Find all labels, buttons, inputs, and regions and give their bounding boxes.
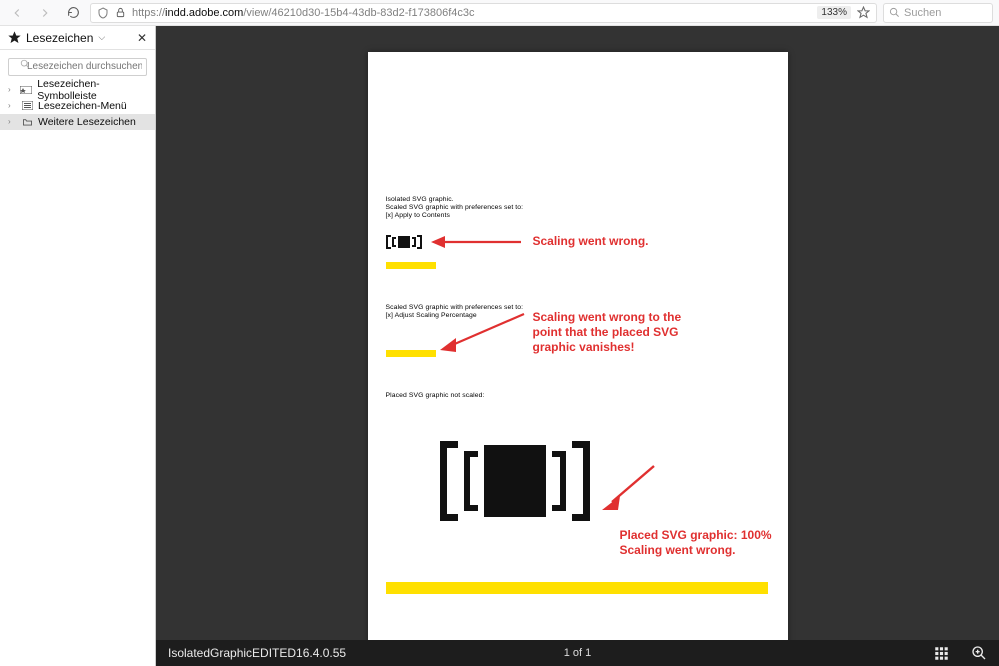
sidebar-title: Lesezeichen bbox=[26, 31, 93, 45]
annotation: Placed SVG graphic: 100% Scaling went wr… bbox=[620, 528, 780, 558]
viewer-bottom-bar: IsolatedGraphicEDITED16.4.0.55 1 of 1 bbox=[156, 640, 999, 666]
tree-label: Weitere Lesezeichen bbox=[38, 116, 136, 128]
placed-graphic-large bbox=[440, 437, 590, 530]
yellow-bar-small bbox=[386, 350, 436, 357]
thumbnails-icon[interactable] bbox=[934, 646, 949, 661]
sidebar-search[interactable] bbox=[8, 56, 147, 76]
browser-toolbar: https://indd.adobe.com/view/46210d30-15b… bbox=[0, 0, 999, 26]
bookmarks-toolbar-icon bbox=[20, 85, 32, 95]
bookmarks-menu-icon bbox=[21, 101, 33, 111]
document-viewer: Isolated SVG graphic. Scaled SVG graphic… bbox=[156, 26, 999, 666]
arrow-icon bbox=[436, 310, 528, 354]
reload-button[interactable] bbox=[62, 2, 84, 24]
forward-button[interactable] bbox=[34, 2, 56, 24]
caption-line: Placed SVG graphic not scaled: bbox=[386, 392, 485, 400]
page-stage[interactable]: Isolated SVG graphic. Scaled SVG graphic… bbox=[156, 26, 999, 640]
caret-down-icon[interactable]: ⌵ bbox=[98, 32, 105, 43]
back-button[interactable] bbox=[6, 2, 28, 24]
annotation: Scaling went wrong to the point that the… bbox=[533, 310, 708, 355]
url-text: https://indd.adobe.com/view/46210d30-15b… bbox=[132, 7, 811, 19]
zoom-in-icon[interactable] bbox=[971, 645, 987, 661]
shield-icon bbox=[97, 7, 109, 19]
zoom-indicator[interactable]: 133% bbox=[817, 6, 851, 19]
chevron-right-icon: › bbox=[8, 117, 16, 126]
chevron-right-icon: › bbox=[8, 101, 16, 110]
search-icon bbox=[889, 7, 900, 18]
close-sidebar-button[interactable]: ✕ bbox=[137, 31, 147, 45]
arrow-icon bbox=[431, 235, 523, 249]
browser-search[interactable]: Suchen bbox=[883, 3, 993, 23]
yellow-bar-small bbox=[386, 262, 436, 269]
caption-line: Isolated SVG graphic. bbox=[386, 196, 454, 204]
bookmark-star-icon[interactable] bbox=[857, 6, 870, 19]
star-icon bbox=[8, 31, 21, 44]
lock-icon bbox=[115, 7, 126, 18]
search-icon bbox=[20, 59, 30, 69]
caption-line: [x] Apply to Contents bbox=[386, 212, 450, 220]
document-filename: IsolatedGraphicEDITED16.4.0.55 bbox=[168, 646, 346, 660]
document-page: Isolated SVG graphic. Scaled SVG graphic… bbox=[368, 52, 788, 640]
caption-line: Scaled SVG graphic with preferences set … bbox=[386, 204, 524, 212]
folder-icon bbox=[21, 117, 33, 127]
address-bar[interactable]: https://indd.adobe.com/view/46210d30-15b… bbox=[90, 3, 877, 23]
arrow-icon bbox=[598, 462, 658, 514]
tree-label: Lesezeichen-Symbolleiste bbox=[37, 78, 147, 102]
tree-item-toolbar[interactable]: › Lesezeichen-Symbolleiste bbox=[0, 82, 155, 98]
scaled-graphic-small bbox=[386, 234, 422, 250]
tree-label: Lesezeichen-Menü bbox=[38, 100, 127, 112]
chevron-right-icon: › bbox=[8, 85, 15, 94]
annotation: Scaling went wrong. bbox=[533, 234, 649, 249]
search-placeholder: Suchen bbox=[904, 7, 941, 19]
bookmarks-sidebar: Lesezeichen ⌵ ✕ › Lesezeichen-Symbolleis… bbox=[0, 26, 156, 666]
tree-item-other[interactable]: › Weitere Lesezeichen bbox=[0, 114, 155, 130]
yellow-bar-wide bbox=[386, 582, 768, 594]
page-indicator: 1 of 1 bbox=[564, 647, 592, 659]
sidebar-header: Lesezeichen ⌵ ✕ bbox=[0, 26, 155, 50]
